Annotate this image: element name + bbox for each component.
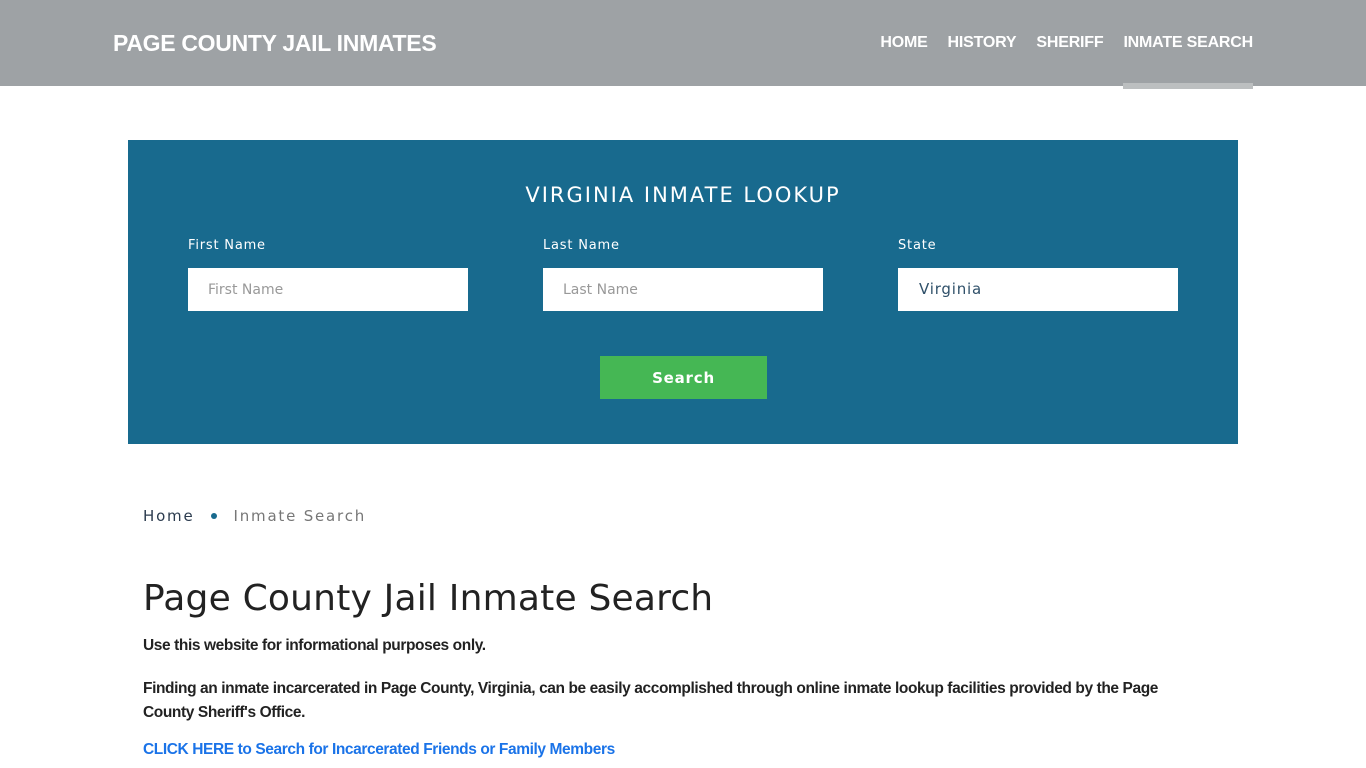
first-name-label: First Name: [188, 238, 266, 253]
site-header: PAGE COUNTY JAIL INMATES HOME HISTORY SH…: [0, 0, 1366, 89]
nav-sheriff[interactable]: SHERIFF: [1036, 0, 1103, 86]
last-name-label: Last Name: [543, 238, 620, 253]
first-name-input[interactable]: [188, 268, 468, 311]
search-button[interactable]: Search: [600, 356, 767, 399]
breadcrumb-current: Inmate Search: [233, 507, 367, 525]
state-select[interactable]: Virginia: [898, 268, 1178, 311]
site-logo-link[interactable]: PAGE COUNTY JAIL INMATES: [113, 30, 437, 57]
nav-history[interactable]: HISTORY: [948, 0, 1017, 86]
state-label: State: [898, 238, 937, 253]
last-name-input[interactable]: [543, 268, 823, 311]
breadcrumb: Home Inmate Search: [143, 507, 366, 525]
nav-inmate-search[interactable]: INMATE SEARCH: [1123, 0, 1253, 89]
main-nav: HOME HISTORY SHERIFF INMATE SEARCH: [860, 0, 1253, 89]
breadcrumb-home-link[interactable]: Home: [143, 507, 195, 525]
disclaimer-text: Use this website for informational purpo…: [143, 637, 486, 654]
first-name-field-group: First Name: [188, 238, 468, 311]
breadcrumb-separator-dot-icon: [210, 513, 217, 519]
search-inmates-link[interactable]: CLICK HERE to Search for Incarcerated Fr…: [143, 741, 615, 759]
state-field-group: State Virginia: [898, 238, 1178, 311]
intro-paragraph: Finding an inmate incarcerated in Page C…: [143, 680, 1159, 721]
panel-title: VIRGINIA INMATE LOOKUP: [525, 183, 841, 207]
page-title: Page County Jail Inmate Search: [143, 578, 714, 619]
last-name-field-group: Last Name: [543, 238, 823, 311]
nav-home[interactable]: HOME: [880, 0, 927, 86]
inmate-lookup-panel: VIRGINIA INMATE LOOKUP First Name Last N…: [128, 140, 1238, 444]
